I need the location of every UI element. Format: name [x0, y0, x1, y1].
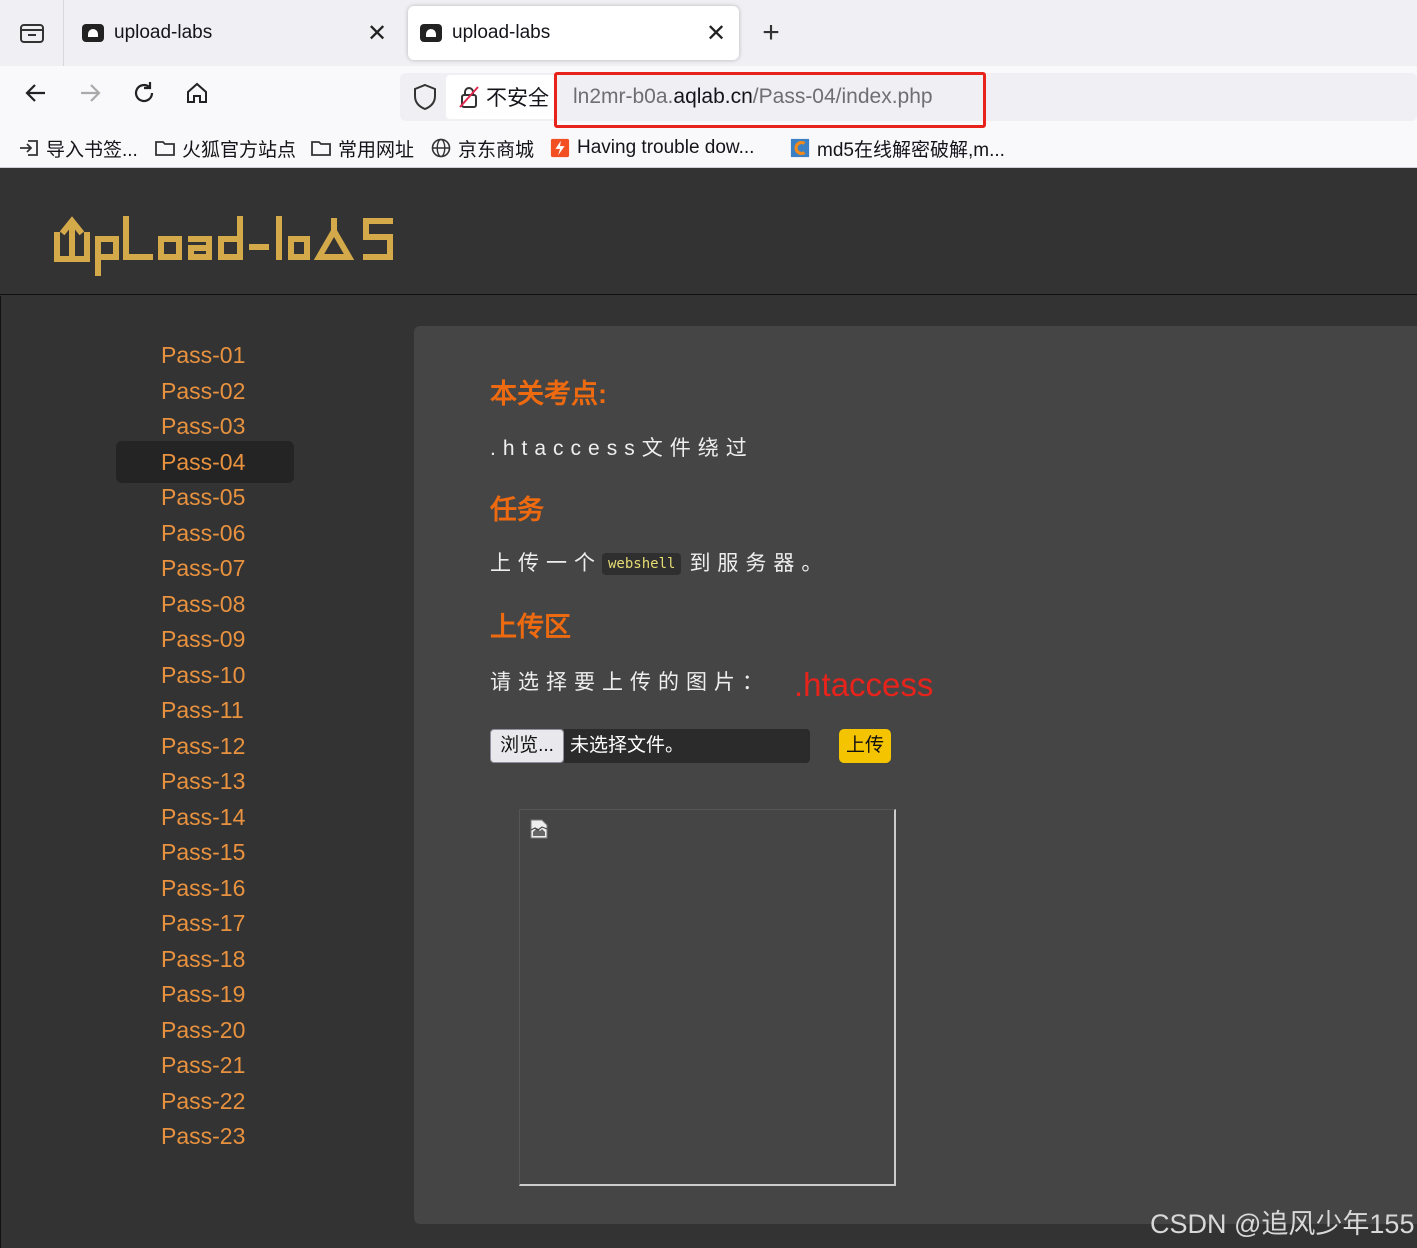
- forward-button[interactable]: [71, 78, 109, 116]
- nav-pass-19[interactable]: Pass-19: [116, 974, 294, 1014]
- insecure-label: 不安全: [486, 87, 549, 110]
- tracking-protection-shield-icon[interactable]: [410, 82, 440, 112]
- upload-labs-favicon-icon: [420, 24, 442, 42]
- import-icon: [20, 140, 38, 156]
- back-button[interactable]: [17, 78, 55, 116]
- cmd5-icon: [790, 138, 810, 158]
- tab-bar: upload-labs ✕ upload-labs ✕ +: [0, 0, 1417, 66]
- bookmark-label: md5在线解密破解,m...: [817, 139, 1005, 161]
- bookmark-import[interactable]: 导入书签...: [18, 134, 138, 162]
- forward-arrow-icon: [81, 84, 101, 102]
- nav-pass-13[interactable]: Pass-13: [116, 761, 294, 801]
- home-button[interactable]: [178, 78, 216, 116]
- nav-pass-05[interactable]: Pass-05: [116, 477, 294, 517]
- htaccess-annotation: .htaccess: [794, 666, 934, 703]
- upload-prompt: 请选择要上传的图片：: [490, 671, 770, 694]
- bookmark-common-sites[interactable]: 常用网址: [310, 134, 414, 162]
- site-security-indicator[interactable]: 不安全: [446, 75, 557, 119]
- nav-pass-02[interactable]: Pass-02: [116, 371, 294, 411]
- tab-title: upload-labs: [114, 22, 213, 43]
- upload-button[interactable]: 上传: [839, 729, 891, 763]
- bookmark-md5[interactable]: md5在线解密破解,m...: [789, 134, 1005, 162]
- bookmark-label: 导入书签...: [46, 139, 138, 161]
- pass-navigation: Pass-01 Pass-02 Pass-03 Pass-04 Pass-05 …: [0, 296, 414, 1248]
- section-title-task: 任务: [490, 495, 544, 525]
- webshell-code: webshell: [602, 553, 682, 576]
- globe-icon: [431, 138, 451, 158]
- nav-pass-20[interactable]: Pass-20: [116, 1010, 294, 1050]
- nav-pass-10[interactable]: Pass-10: [116, 655, 294, 695]
- image-preview-area: [519, 809, 896, 1186]
- nav-pass-17[interactable]: Pass-17: [116, 903, 294, 943]
- back-arrow-icon: [25, 84, 45, 102]
- site-header: [0, 169, 1417, 295]
- nav-pass-07[interactable]: Pass-07: [116, 548, 294, 588]
- bookmark-firefox-site[interactable]: 火狐官方站点: [154, 134, 296, 162]
- new-tab-button[interactable]: +: [752, 14, 790, 52]
- tab-title: upload-labs: [452, 22, 551, 43]
- insecure-lock-icon: [459, 86, 479, 108]
- nav-pass-06[interactable]: Pass-06: [116, 513, 294, 553]
- upload-labs-logo[interactable]: [54, 213, 399, 279]
- csdn-watermark: CSDN @追风少年155: [1150, 1209, 1415, 1239]
- nav-pass-22[interactable]: Pass-22: [116, 1081, 294, 1121]
- flash-icon: [550, 138, 570, 158]
- tab-list-icon: [19, 24, 44, 43]
- upload-labs-favicon-icon: [82, 24, 104, 42]
- section-title-point: 本关考点:: [490, 379, 607, 409]
- nav-pass-21[interactable]: Pass-21: [116, 1045, 294, 1085]
- folder-icon: [155, 141, 175, 156]
- tab-overview-button[interactable]: [0, 0, 64, 66]
- nav-pass-09[interactable]: Pass-09: [116, 619, 294, 659]
- close-tab-icon[interactable]: ✕: [701, 19, 731, 48]
- nav-pass-15[interactable]: Pass-15: [116, 832, 294, 872]
- nav-pass-23[interactable]: Pass-23: [116, 1116, 294, 1156]
- nav-pass-03[interactable]: Pass-03: [116, 406, 294, 446]
- bookmark-label: 火狐官方站点: [182, 139, 297, 161]
- tab-upload-labs-2[interactable]: upload-labs ✕: [408, 6, 739, 60]
- task-text-before: 上传一个: [490, 552, 602, 575]
- task-description: 上传一个 webshell 到服务器。: [490, 547, 829, 577]
- broken-image-icon: [530, 819, 548, 839]
- nav-pass-12[interactable]: Pass-12: [116, 726, 294, 766]
- point-description: .htaccess文件绕过: [490, 437, 754, 460]
- nav-pass-18[interactable]: Pass-18: [116, 939, 294, 979]
- url-annotation-box: [554, 72, 986, 128]
- nav-pass-11[interactable]: Pass-11: [116, 690, 294, 730]
- bookmark-label: 京东商城: [458, 139, 535, 161]
- reload-icon: [134, 82, 154, 103]
- web-page: Pass-01 Pass-02 Pass-03 Pass-04 Pass-05 …: [0, 169, 1417, 1248]
- home-icon: [187, 82, 207, 103]
- nav-pass-16[interactable]: Pass-16: [116, 868, 294, 908]
- main-content-panel: 本关考点: .htaccess文件绕过 任务 上传一个 webshell 到服务器。…: [414, 326, 1417, 1224]
- browse-button[interactable]: 浏览...: [490, 729, 564, 763]
- bookmark-having-trouble[interactable]: Having trouble dow...: [549, 134, 754, 162]
- bookmarks-toolbar: 导入书签... 火狐官方站点 常用网址 京东商城 Having trouble …: [0, 128, 1417, 168]
- bookmark-label: 常用网址: [338, 139, 415, 161]
- nav-pass-01[interactable]: Pass-01: [116, 335, 294, 375]
- folder-icon: [311, 141, 331, 156]
- reload-button[interactable]: [125, 78, 163, 116]
- nav-pass-14[interactable]: Pass-14: [116, 797, 294, 837]
- tab-upload-labs-1[interactable]: upload-labs ✕: [70, 6, 400, 60]
- file-name-field[interactable]: 未选择文件。: [564, 729, 810, 763]
- task-text-after: 到服务器。: [689, 552, 830, 575]
- close-tab-icon[interactable]: ✕: [362, 19, 392, 48]
- section-title-upload: 上传区: [490, 612, 571, 642]
- nav-pass-08[interactable]: Pass-08: [116, 584, 294, 624]
- bookmark-label: Having trouble dow...: [577, 137, 755, 158]
- bookmark-jd[interactable]: 京东商城: [430, 134, 534, 162]
